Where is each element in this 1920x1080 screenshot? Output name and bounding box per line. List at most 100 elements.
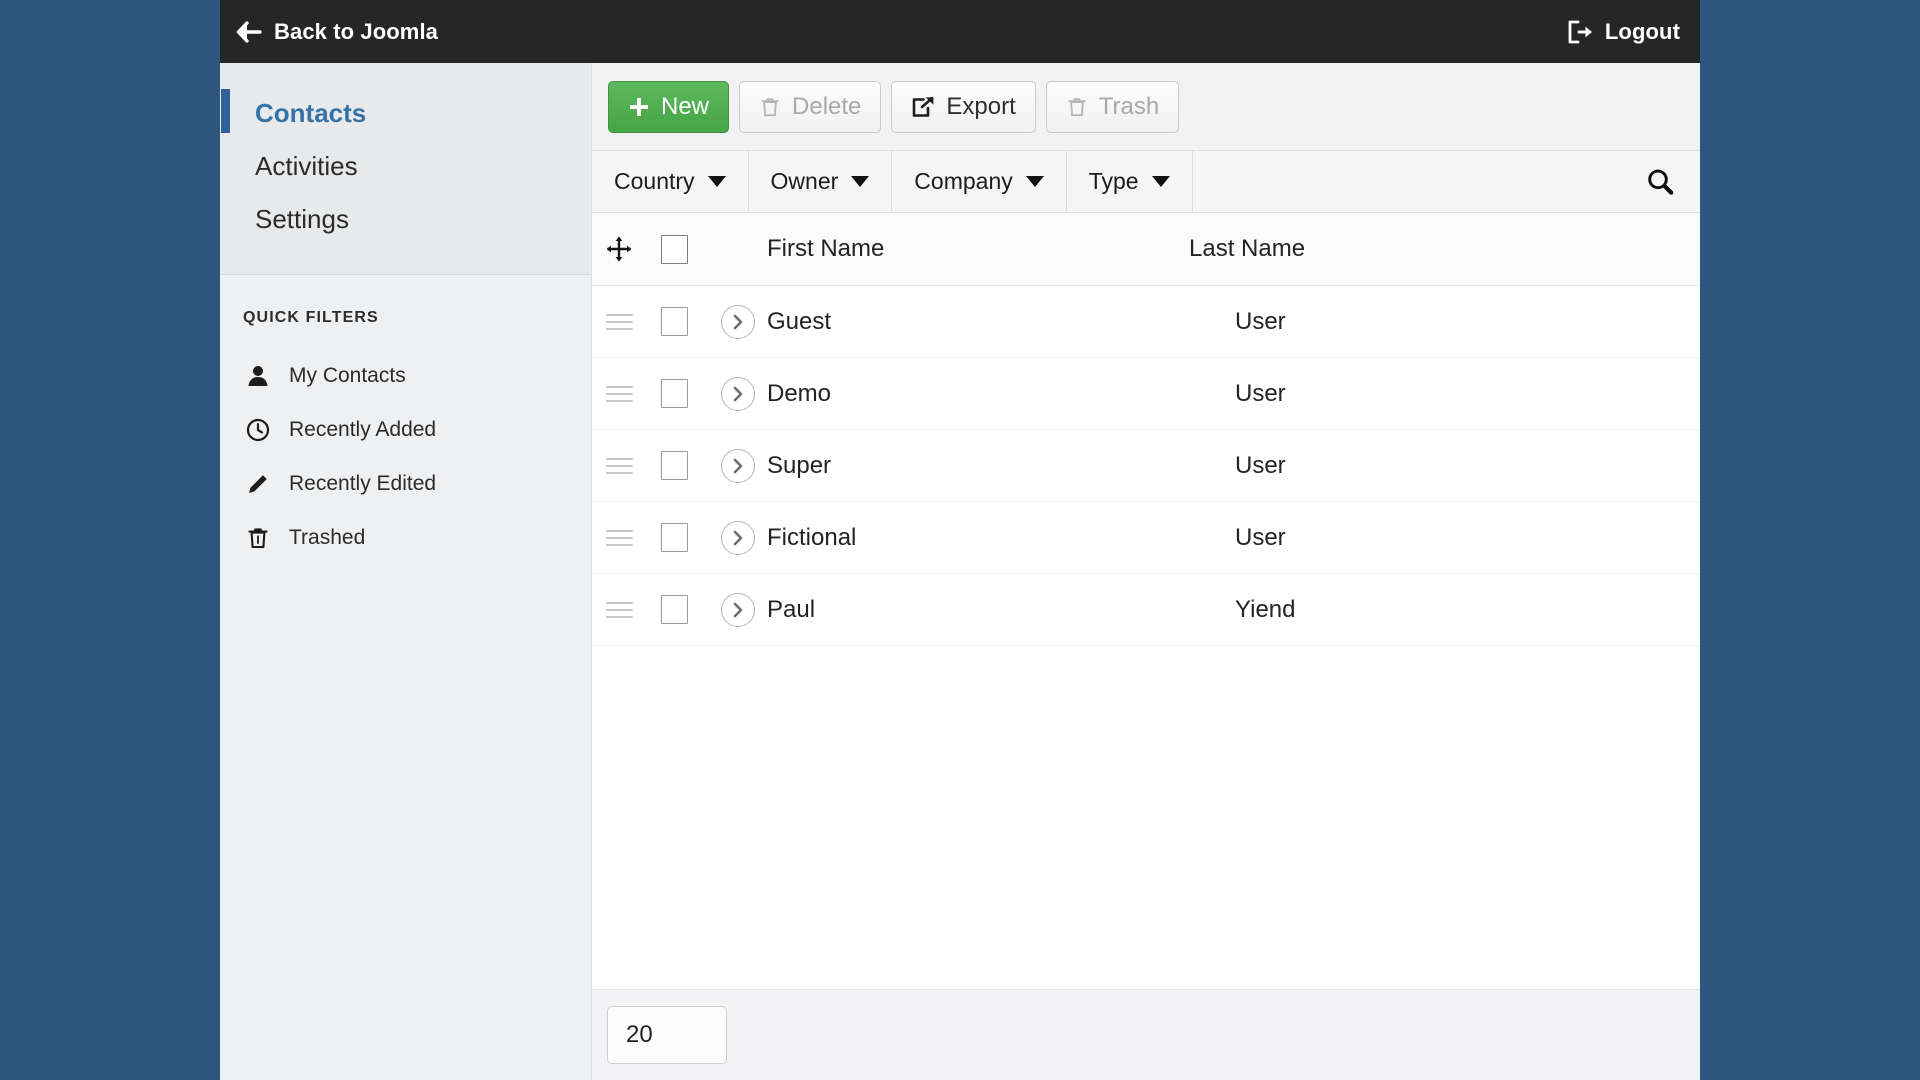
column-header-first-name[interactable]: First Name: [721, 235, 1189, 263]
contacts-table: First Name Last Name Guest User Demo Use…: [592, 213, 1700, 990]
filter-type-label: Type: [1088, 168, 1139, 194]
cell-last-name: User: [1235, 523, 1286, 551]
chevron-down-icon: [1151, 176, 1170, 187]
table-row[interactable]: Guest User: [592, 286, 1700, 358]
chevron-down-icon: [851, 176, 870, 187]
table-footer: [592, 990, 1700, 1080]
filter-company-label: Company: [914, 168, 1013, 194]
chevron-down-icon: [707, 176, 726, 187]
trash-icon: [1066, 96, 1088, 118]
filter-country-label: Country: [614, 168, 695, 194]
back-to-joomla-button[interactable]: Back to Joomla: [236, 18, 439, 44]
delete-button-label: Delete: [792, 92, 862, 120]
row-checkbox[interactable]: [661, 595, 721, 624]
search-icon[interactable]: [1645, 167, 1675, 197]
row-checkbox[interactable]: [661, 379, 721, 408]
filter-owner[interactable]: Owner: [748, 151, 893, 212]
quick-filter-label: My Contacts: [289, 364, 406, 388]
row-checkbox[interactable]: [661, 307, 721, 336]
logout-button[interactable]: Logout: [1567, 20, 1680, 44]
clock-icon: [245, 417, 271, 443]
row-checkbox[interactable]: [661, 451, 721, 480]
table-row[interactable]: Demo User: [592, 358, 1700, 430]
filter-type[interactable]: Type: [1066, 151, 1193, 212]
sign-out-icon: [1567, 20, 1593, 44]
row-expand-button[interactable]: [721, 448, 767, 483]
cell-first-name: Demo: [767, 379, 832, 407]
cell-last-name: User: [1235, 451, 1286, 479]
filter-company[interactable]: Company: [892, 151, 1067, 212]
export-icon: [911, 96, 935, 118]
quick-filter-label: Recently Added: [289, 418, 437, 442]
trash-icon: [245, 525, 271, 551]
delete-button[interactable]: Delete: [739, 80, 882, 133]
table-header-row: First Name Last Name: [592, 213, 1700, 286]
trash-icon: [759, 96, 781, 118]
drag-handle-icon[interactable]: [606, 529, 661, 546]
export-button[interactable]: Export: [891, 80, 1036, 133]
pencil-icon: [245, 471, 271, 497]
sidebar-item-label: Settings: [255, 204, 349, 235]
row-checkbox[interactable]: [661, 523, 721, 552]
sidebar-item-activities[interactable]: Activities: [220, 140, 591, 193]
table-row[interactable]: Fictional User: [592, 502, 1700, 574]
cell-first-name: Paul: [767, 595, 816, 623]
search-input[interactable]: [1192, 151, 1700, 212]
filter-bar: Country Owner Company Type: [592, 151, 1700, 213]
trash-button[interactable]: Trash: [1045, 80, 1180, 133]
sidebar-item-label: Activities: [255, 151, 358, 182]
new-button[interactable]: New: [608, 80, 730, 133]
new-button-label: New: [661, 92, 710, 120]
drag-handle-icon[interactable]: [606, 313, 661, 330]
cell-last-name: User: [1235, 379, 1286, 407]
sidebar-item-label: Contacts: [255, 98, 367, 128]
chevron-right-icon[interactable]: [721, 520, 755, 555]
select-all-checkbox[interactable]: [661, 234, 721, 264]
chevron-right-icon[interactable]: [721, 304, 755, 339]
plus-icon: [628, 96, 650, 118]
row-expand-button[interactable]: [721, 304, 767, 339]
quick-filter-recently-added[interactable]: Recently Added: [220, 403, 591, 457]
sidebar-nav: Contacts Activities Settings: [220, 63, 591, 276]
page-size-input[interactable]: [607, 1006, 727, 1064]
table-row[interactable]: Super User: [592, 430, 1700, 502]
action-toolbar: New Delete Export Trash: [592, 63, 1700, 151]
sidebar-item-settings[interactable]: Settings: [220, 193, 591, 246]
arrow-left-icon: [236, 20, 262, 43]
chevron-right-icon[interactable]: [721, 448, 755, 483]
trash-button-label: Trash: [1098, 92, 1160, 120]
top-bar: Back to Joomla Logout: [220, 0, 1700, 63]
export-button-label: Export: [946, 92, 1016, 120]
logout-label: Logout: [1604, 18, 1680, 44]
quick-filter-recently-edited[interactable]: Recently Edited: [220, 457, 591, 511]
cell-first-name: Guest: [767, 307, 832, 335]
main-content: New Delete Export Trash Country Owner Co…: [592, 63, 1700, 1080]
chevron-down-icon: [1025, 176, 1044, 187]
cell-first-name: Fictional: [767, 523, 857, 551]
table-empty-space: [592, 646, 1700, 990]
drag-handle-icon[interactable]: [606, 385, 661, 402]
quick-filter-trashed[interactable]: Trashed: [220, 511, 591, 565]
quick-filter-label: Trashed: [289, 526, 366, 550]
drag-handle-icon[interactable]: [606, 601, 661, 618]
row-expand-button[interactable]: [721, 592, 767, 627]
quick-filters-title: QUICK FILTERS: [243, 309, 379, 327]
filter-country[interactable]: Country: [592, 151, 749, 212]
cell-last-name: Yiend: [1235, 595, 1296, 623]
chevron-right-icon[interactable]: [721, 376, 755, 411]
row-expand-button[interactable]: [721, 520, 767, 555]
table-row[interactable]: Paul Yiend: [592, 574, 1700, 646]
column-header-last-name[interactable]: Last Name: [1189, 235, 1700, 263]
chevron-right-icon[interactable]: [721, 592, 755, 627]
body-split: Contacts Activities Settings QUICK FILTE…: [220, 63, 1700, 1080]
cell-last-name: User: [1235, 307, 1286, 335]
back-to-joomla-label: Back to Joomla: [274, 18, 439, 44]
move-icon[interactable]: [606, 236, 661, 262]
sidebar-item-contacts[interactable]: Contacts: [220, 87, 591, 140]
quick-filters-section: QUICK FILTERS My Contacts Recently Added: [220, 275, 591, 1080]
drag-handle-icon[interactable]: [606, 457, 661, 474]
row-expand-button[interactable]: [721, 376, 767, 411]
app-window: Back to Joomla Logout Contacts Activitie…: [220, 0, 1700, 1080]
filter-owner-label: Owner: [770, 168, 839, 194]
quick-filter-my-contacts[interactable]: My Contacts: [220, 349, 591, 403]
